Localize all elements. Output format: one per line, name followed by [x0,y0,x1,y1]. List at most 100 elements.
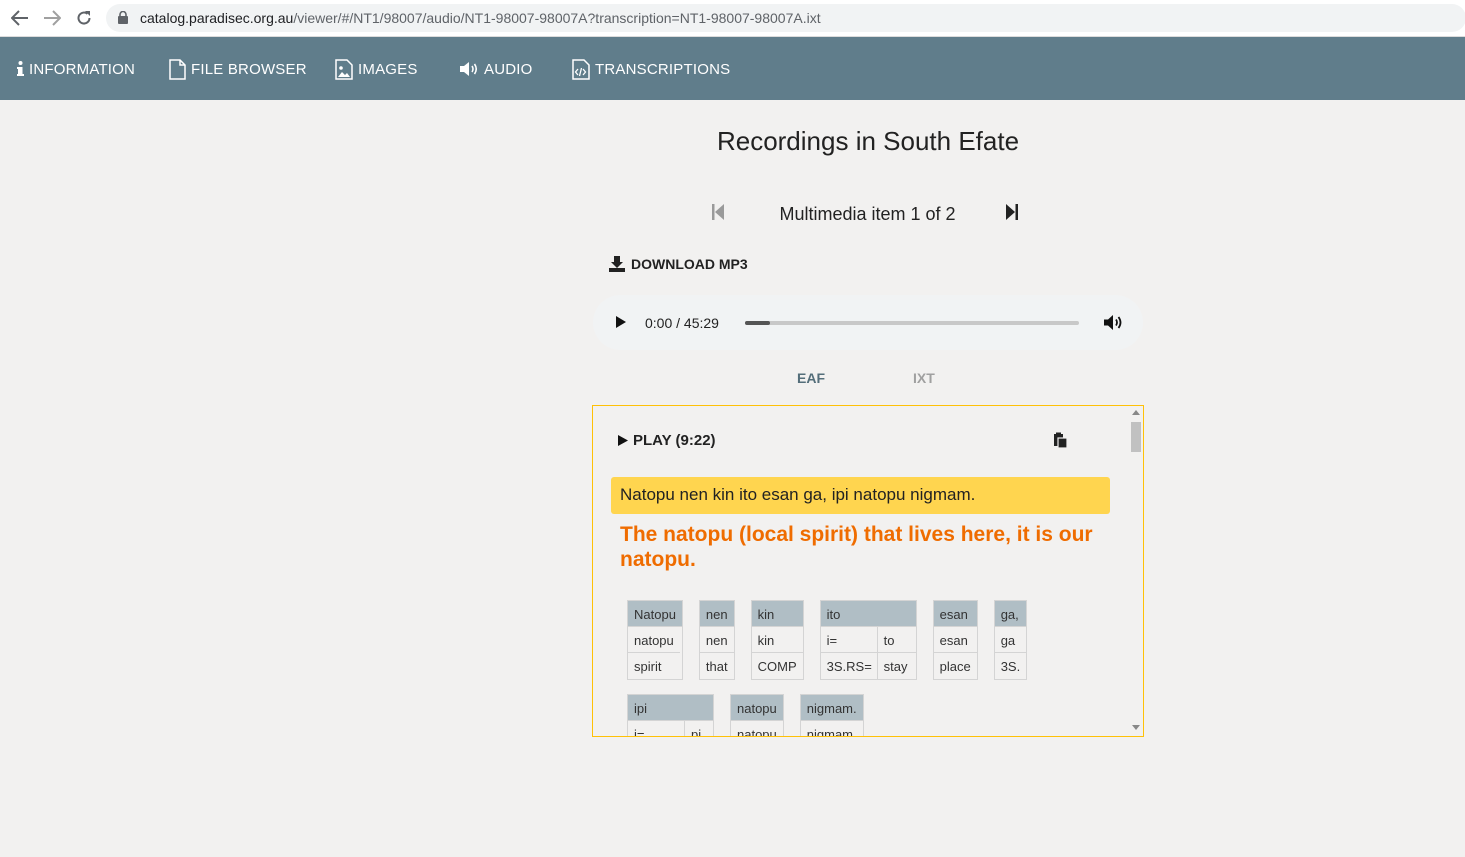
volume-icon [460,62,478,76]
reload-icon [77,11,91,25]
nav-file-browser[interactable]: FILE BROWSER [169,58,307,80]
gloss-word-form: esan [933,601,977,627]
download-mp3-button[interactable]: DOWNLOAD MP3 [608,255,748,273]
morpheme-column: nigmam [801,721,859,736]
morpheme-column: i= 3S.RS= [820,627,878,679]
lock-icon [118,11,128,24]
media-pager: Multimedia item 1 of 2 [705,198,1030,228]
gloss-word: natopu natopu [730,694,784,736]
gloss-morphemes: esan place [933,627,977,679]
nav-information[interactable]: INFORMATION [17,59,135,79]
gloss-morphemes: natopu [731,721,783,736]
nav-audio[interactable]: AUDIO [459,59,533,79]
arrow-left-icon [11,10,28,26]
audio-play-button[interactable] [615,315,627,334]
gloss-morphemes: natopu spirit [628,627,682,679]
play-icon [616,316,626,328]
tab-eaf[interactable]: EAF [797,370,825,386]
morpheme-form: i= [628,721,684,736]
scroll-thumb[interactable] [1131,422,1141,452]
morpheme-form: natopu [731,721,783,736]
pager-label: Multimedia item 1 of 2 [779,204,956,224]
transcript-panel[interactable]: PLAY (9:22) Natopu nen kin ito esan ga, … [592,405,1144,737]
morpheme-gloss: place [939,659,971,674]
gloss-morphemes: ga 3S. [994,627,1027,679]
gloss-word-form: nen [699,601,734,627]
info-icon [17,61,24,76]
nav-label: AUDIO [484,60,533,78]
morpheme-form: nen [699,627,734,653]
morpheme-column: natopu [731,721,783,736]
gloss-word-form: nigmam. [800,695,863,721]
code-file-icon [572,58,590,80]
morpheme-gloss: 3S.RS= [826,659,872,674]
tab-ixt[interactable]: IXT [913,370,935,386]
audio-volume-button[interactable] [1103,314,1123,336]
image-icon [335,58,353,80]
gloss-word: ipi i= pi [627,694,714,736]
gloss-word-form: Natopu [628,601,682,627]
audio-seek-bar[interactable] [745,321,1079,325]
gloss-word: Natopu natopu spirit [627,600,683,680]
free-translation: The natopu (local spirit) that lives her… [620,523,1093,571]
gloss-word: ga, ga 3S. [993,600,1028,680]
back-button[interactable] [8,7,32,29]
forward-button[interactable] [40,7,64,29]
volume-icon [1104,315,1122,330]
file-icon [169,58,186,80]
nav-transcriptions[interactable]: TRANSCRIPTIONS [572,58,731,80]
morpheme-gloss: stay [883,659,908,674]
nav-images[interactable]: IMAGES [335,58,418,80]
arrow-right-icon [44,10,61,26]
gloss-morphemes: i= 3S.RS= to stay [820,627,916,679]
gloss-word-form: ito [820,601,916,627]
nav-label: FILE BROWSER [191,60,307,78]
scroll-down-arrow[interactable] [1132,725,1140,730]
morpheme-form: to [877,627,916,653]
interlinear-row: Natopu natopu spirit nen nen that kin kin COMP it… [627,600,1043,680]
gloss-word-form: natopu [731,695,783,721]
skip-next-icon [1006,204,1018,220]
gloss-word: kin kin COMP [750,600,804,680]
morpheme-column: kin COMP [751,627,803,679]
morpheme-form: kin [751,627,803,653]
transcript-scrollbar[interactable] [1128,406,1143,736]
morpheme-form: pi [685,721,713,736]
morpheme-column: nen that [699,627,734,679]
vernacular-sentence: Natopu nen kin ito esan ga, ipi natopu n… [611,477,1110,514]
morpheme-column: pi [685,721,713,736]
browser-toolbar: catalog.paradisec.org.au/viewer/#/NT1/98… [0,0,1465,37]
reload-button[interactable] [72,7,96,29]
next-item-button[interactable] [1005,203,1019,226]
gloss-word: nen nen that [698,600,735,680]
nav-label: IMAGES [358,60,418,78]
gloss-word-form: ipi [628,695,713,721]
download-label: DOWNLOAD MP3 [631,256,748,272]
app-navbar: INFORMATION FILE BROWSER IMAGES AUDIO TR… [0,37,1465,100]
morpheme-column: esan place [933,627,977,679]
morpheme-column: ga 3S. [994,627,1027,679]
copy-button[interactable] [1053,432,1068,453]
morpheme-form: natopu [628,627,680,653]
morpheme-column: natopu spirit [628,627,680,679]
nav-label: TRANSCRIPTIONS [595,60,731,78]
gloss-morphemes: kin COMP [751,627,803,679]
morpheme-column: i= [628,721,685,736]
clipboard-icon [1054,432,1068,449]
play-segment-label: PLAY (9:22) [633,432,716,449]
url-host: catalog.paradisec.org.au [140,10,294,26]
morpheme-gloss: COMP [757,659,797,674]
gloss-word: ito i= 3S.RS= to stay [819,600,917,680]
url-path: /viewer/#/NT1/98007/audio/NT1-98007-9800… [293,10,821,26]
gloss-word-form: kin [751,601,803,627]
morpheme-form: ga [994,627,1027,653]
play-segment-button[interactable]: PLAY (9:22) [617,432,716,449]
morpheme-gloss: spirit [634,659,662,674]
gloss-word: nigmam. nigmam [799,694,864,736]
download-icon [609,256,625,272]
gloss-morphemes: nen that [699,627,734,679]
interlinear-row: ipi i= pi natopu natopu nigmam. nigmam [627,694,880,736]
gloss-morphemes: nigmam [801,721,863,736]
gloss-word-form: ga, [994,601,1027,627]
scroll-up-arrow[interactable] [1132,410,1140,415]
